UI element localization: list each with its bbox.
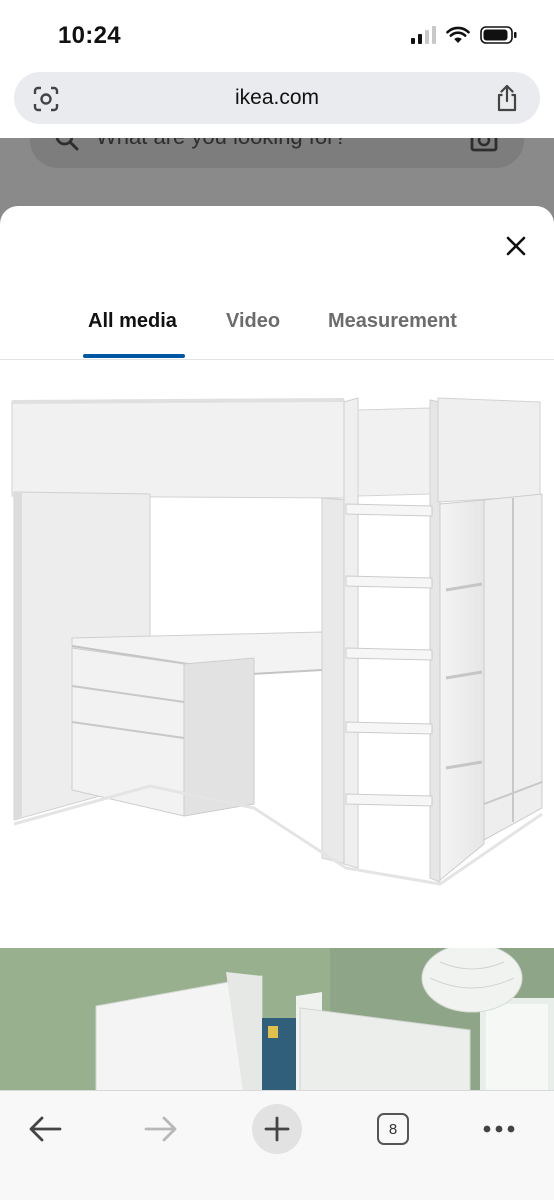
back-arrow-icon[interactable] <box>28 1115 62 1143</box>
tabs-button[interactable]: 8 <box>365 1101 421 1157</box>
more-button[interactable] <box>471 1101 527 1157</box>
product-image[interactable] <box>0 384 554 934</box>
address-bar[interactable]: ikea.com <box>14 72 540 124</box>
search-icon <box>55 138 79 151</box>
tab-count[interactable]: 8 <box>377 1113 409 1145</box>
share-icon[interactable] <box>494 83 520 113</box>
back-button[interactable] <box>17 1101 73 1157</box>
status-icons <box>411 26 518 44</box>
room-photo[interactable] <box>0 948 554 1090</box>
close-button[interactable] <box>500 230 532 262</box>
background-search-placeholder: What are you looking for? <box>96 138 347 150</box>
url-text[interactable]: ikea.com <box>14 86 540 110</box>
close-icon[interactable] <box>506 236 526 256</box>
background-search-bar: What are you looking for? <box>30 138 524 168</box>
new-tab-button[interactable] <box>249 1101 305 1157</box>
plus-icon[interactable] <box>264 1116 290 1142</box>
browser-toolbar: 8 <box>0 1090 554 1200</box>
media-modal: All media Video Measurement <box>0 206 554 1090</box>
tab-measurement[interactable]: Measurement <box>328 310 457 333</box>
tab-video[interactable]: Video <box>226 310 280 333</box>
media-tabs: All media Video Measurement <box>0 306 554 360</box>
battery-icon <box>480 26 517 44</box>
more-icon[interactable] <box>482 1124 516 1134</box>
forward-arrow-icon[interactable] <box>144 1115 178 1143</box>
cellular-signal-icon <box>411 26 436 44</box>
status-time: 10:24 <box>58 22 121 49</box>
camera-icon <box>470 138 498 152</box>
active-tab-indicator <box>83 354 185 358</box>
forward-button[interactable] <box>133 1101 189 1157</box>
status-bar: 10:24 <box>0 0 554 70</box>
tab-all-media[interactable]: All media <box>88 310 177 333</box>
wifi-icon <box>446 26 470 43</box>
